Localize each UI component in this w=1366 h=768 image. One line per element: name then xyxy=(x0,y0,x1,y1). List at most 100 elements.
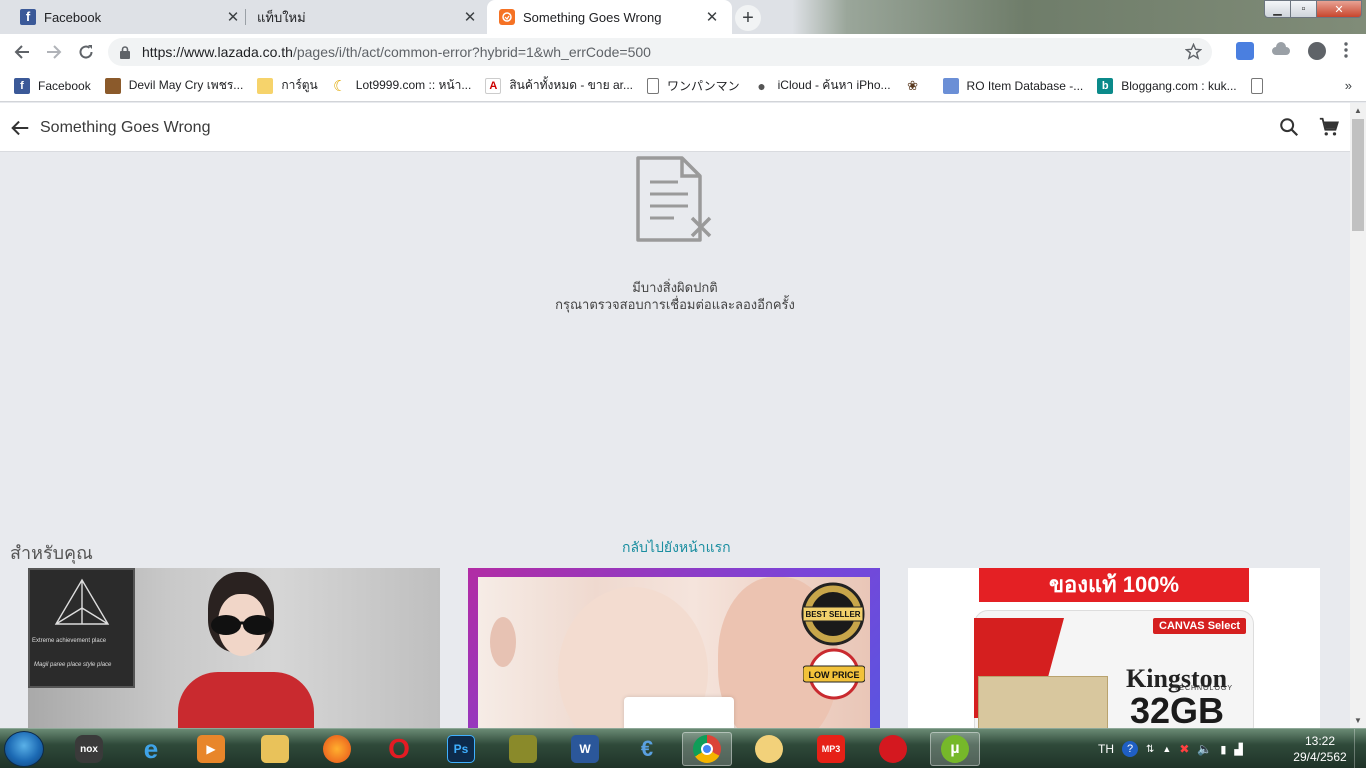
bookmark-star-icon[interactable] xyxy=(1184,42,1203,63)
ro-icon xyxy=(942,77,959,94)
show-hidden-icons[interactable]: ▲ xyxy=(1162,744,1171,754)
bookmark-devil-may-cry[interactable]: Devil May Cry เพชร... xyxy=(104,76,243,95)
capacity-label: 32GB xyxy=(1130,690,1225,728)
start-button[interactable] xyxy=(4,731,44,767)
word-icon: W xyxy=(571,735,599,763)
taskbar-cheat-engine[interactable]: € xyxy=(622,732,672,766)
volume-icon[interactable]: 🔈 xyxy=(1197,742,1212,756)
tab-something-goes-wrong[interactable]: Something Goes Wrong ✕ xyxy=(487,0,732,34)
bookmark-facebook[interactable]: f Facebook xyxy=(14,77,91,94)
scroll-down-icon[interactable]: ▼ xyxy=(1354,716,1362,725)
scroll-up-icon[interactable]: ▲ xyxy=(1354,106,1362,115)
taskbar-emoticon[interactable] xyxy=(744,732,794,766)
tab-close-icon[interactable]: ✕ xyxy=(704,8,720,26)
clock-date: 29/4/2562 xyxy=(1293,750,1347,764)
cheat-engine-icon: € xyxy=(640,736,654,761)
photoshop-icon: Ps xyxy=(447,735,475,763)
browser-toolbar: https://www.lazada.co.th/pages/i/th/act/… xyxy=(0,34,1366,70)
arrow-right-icon xyxy=(47,45,62,59)
address-bar[interactable]: https://www.lazada.co.th/pages/i/th/act/… xyxy=(108,38,1212,66)
taskbar-nox[interactable]: nox xyxy=(64,732,114,766)
taskbar-garena[interactable] xyxy=(868,732,918,766)
nox-icon: nox xyxy=(75,735,103,763)
product-image-box xyxy=(624,697,734,728)
product-model-shirt xyxy=(178,672,314,728)
low-price-badge-icon: LOW PRICE xyxy=(803,648,865,700)
emoticon-icon xyxy=(755,735,783,763)
taskbar-opera[interactable]: O xyxy=(374,732,424,766)
new-tab-button[interactable]: + xyxy=(735,5,761,31)
tab-close-icon[interactable]: ✕ xyxy=(462,8,478,26)
reload-button[interactable] xyxy=(70,36,102,68)
signal-icon[interactable]: ▟ xyxy=(1234,743,1242,756)
facebook-icon: f xyxy=(14,77,30,94)
error-description: กรุณาตรวจสอบการเชื่อมต่อและลองอีกครั้ง xyxy=(555,297,795,312)
bookmark-lot9999[interactable]: ☾ Lot9999.com :: หน้า... xyxy=(332,76,471,95)
back-arrow-icon[interactable] xyxy=(9,117,31,144)
bookmark-onepunchman[interactable]: ワンパンマン xyxy=(647,77,740,94)
tab-strip: f Facebook ✕ แท็บใหม่ ✕ Something Goes W… xyxy=(0,0,1366,34)
taskbar-word[interactable]: W xyxy=(560,732,610,766)
page-icon xyxy=(1250,77,1263,94)
for-you-heading: สำหรับคุณ xyxy=(10,543,93,563)
forward-button[interactable] xyxy=(38,36,70,68)
back-button[interactable] xyxy=(6,36,38,68)
help-icon[interactable]: ? xyxy=(1122,741,1138,757)
translate-icon[interactable] xyxy=(1236,42,1254,60)
bookmark-bloggang[interactable]: b Bloggang.com : kuk... xyxy=(1097,77,1237,94)
reload-icon xyxy=(79,45,93,59)
arrow-left-icon xyxy=(14,45,29,59)
scroll-thumb[interactable] xyxy=(1352,119,1364,231)
cart-icon[interactable] xyxy=(1318,116,1340,143)
search-icon[interactable] xyxy=(1278,116,1300,143)
menu-kebab-icon[interactable] xyxy=(1344,42,1350,60)
language-indicator[interactable]: TH xyxy=(1098,742,1114,756)
taskbar-file-explorer[interactable] xyxy=(250,732,300,766)
bookmark-paw[interactable]: ❀ xyxy=(905,78,929,94)
system-tray: TH ? ⇅ ▲ ✖ 🔈 ▮ ▟ xyxy=(1098,729,1243,768)
bookmark-shop[interactable]: A สินค้าทั้งหมด - ขาย ar... xyxy=(485,76,633,95)
page-scrollbar[interactable]: ▲ ▼ xyxy=(1350,103,1366,728)
bookmark-icloud[interactable]: ● iCloud - ค้นหา iPho... xyxy=(754,76,890,95)
battery-icon[interactable]: ▮ xyxy=(1220,743,1226,756)
product-card-skincare[interactable]: BEST SELLER LOW PRICE xyxy=(468,568,880,728)
network-warning-icon[interactable]: ✖ xyxy=(1179,742,1189,756)
cloud-icon[interactable] xyxy=(1272,42,1290,60)
apple-icon: ● xyxy=(757,77,766,94)
taskbar-internet-explorer[interactable]: e xyxy=(126,732,176,766)
shop-icon: A xyxy=(485,77,502,94)
close-window-button[interactable]: ✕ xyxy=(1316,0,1362,18)
taskbar-chrome[interactable] xyxy=(682,732,732,766)
bookmark-page[interactable] xyxy=(1250,77,1271,94)
canvas-select-label: CANVAS Select xyxy=(1153,618,1247,634)
tab-new-tab[interactable]: แท็บใหม่ ✕ xyxy=(245,0,490,34)
tab-facebook[interactable]: f Facebook ✕ xyxy=(8,0,253,34)
taskbar-mp3[interactable]: MP3 xyxy=(806,732,856,766)
product-card-fashion[interactable]: Extreme achievement place Magil paree pl… xyxy=(28,568,440,728)
tab-close-icon[interactable]: ✕ xyxy=(225,8,241,26)
back-to-home-link[interactable]: กลับไปยังหน้าแรก xyxy=(622,537,731,559)
show-desktop-button[interactable] xyxy=(1354,729,1366,768)
taskbar-minecraft[interactable] xyxy=(498,732,548,766)
bookmark-ro-item-database[interactable]: RO Item Database -... xyxy=(942,77,1083,94)
taskbar-firefox[interactable] xyxy=(312,732,362,766)
folder-icon xyxy=(261,735,289,763)
bookmark-cartoon[interactable]: การ์ตูน xyxy=(257,76,318,95)
chrome-icon xyxy=(693,735,721,763)
profile-avatar-icon[interactable] xyxy=(1308,42,1326,60)
minecraft-icon xyxy=(509,735,537,763)
maximize-button[interactable]: ▫ xyxy=(1290,0,1317,18)
lock-icon xyxy=(120,45,130,59)
minimize-button[interactable]: ▁ xyxy=(1264,0,1291,18)
taskbar-photoshop[interactable]: Ps xyxy=(436,732,486,766)
taskbar-media-player[interactable]: ▶ xyxy=(186,732,236,766)
arrows-icon[interactable]: ⇅ xyxy=(1146,744,1154,755)
taskbar-utorrent[interactable]: µ xyxy=(930,732,980,766)
product-card-memory-card[interactable]: ของแท้ 100% CANVAS Select Kingston TECHN… xyxy=(908,568,1320,728)
opera-icon: O xyxy=(388,733,410,764)
tab-title: Something Goes Wrong xyxy=(523,9,662,25)
system-clock[interactable]: 13:22 29/4/2562 xyxy=(1290,733,1350,765)
bookmarks-overflow-button[interactable]: » xyxy=(1345,78,1352,93)
svg-text:BEST SELLER: BEST SELLER xyxy=(805,610,860,619)
clock-time: 13:22 xyxy=(1304,734,1336,748)
